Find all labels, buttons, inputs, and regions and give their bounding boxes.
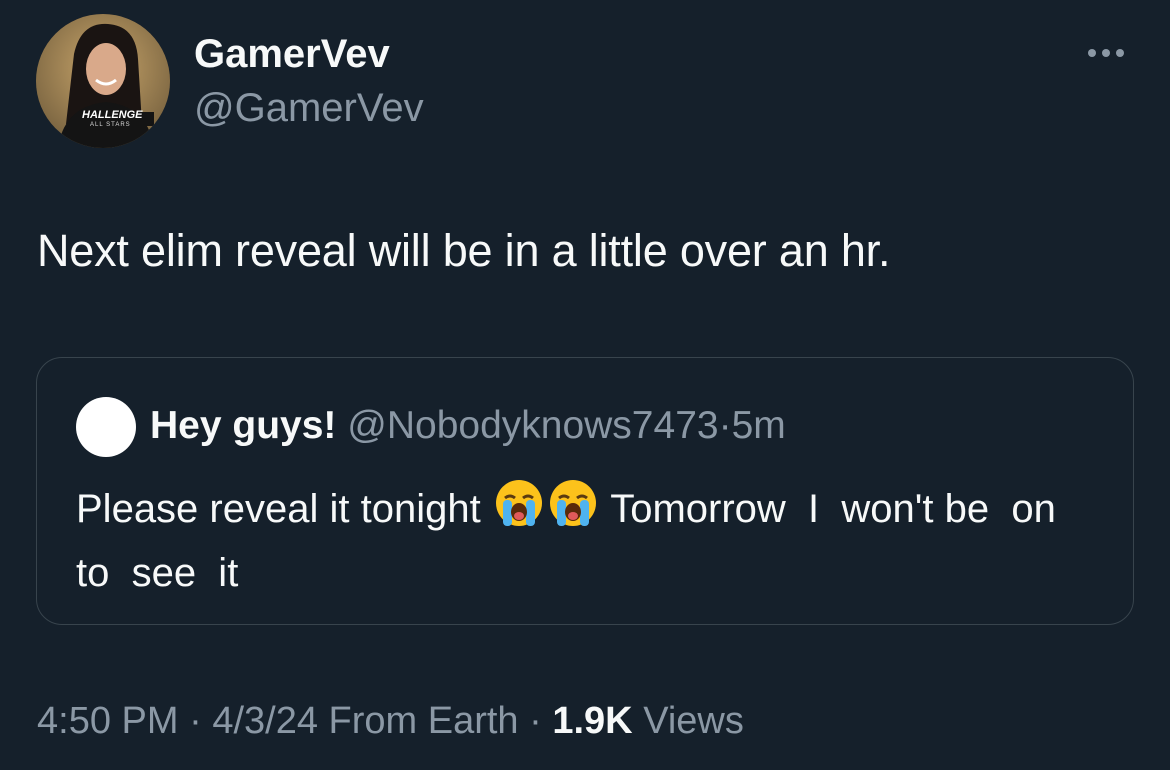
quoted-tweet-text: Please reveal it tonight Tomorrow I won'… [76, 478, 1086, 602]
quoted-timestamp[interactable]: 5m [732, 404, 786, 447]
loudly-crying-face-icon [548, 478, 598, 544]
tweet-text: Next elim reveal will be in a little ove… [37, 225, 891, 276]
more-horizontal-icon-dot [1116, 49, 1124, 57]
avatar-logo-text: HALLENGE [82, 109, 143, 121]
quoted-author-handle[interactable]: @Nobodyknows7473 [347, 404, 718, 447]
loudly-crying-face-icon [494, 478, 544, 544]
meta-separator: · [518, 700, 553, 742]
author-handle[interactable]: @GamerVev [194, 86, 424, 131]
author-display-name[interactable]: GamerVev [194, 32, 390, 77]
quoted-author-avatar[interactable] [76, 397, 136, 457]
avatar-logo-subtext: ALL STARS [90, 122, 131, 128]
tweet-time[interactable]: 4:50 PM [37, 700, 179, 742]
more-horizontal-icon [1088, 49, 1096, 57]
quoted-author-name[interactable]: Hey guys! [150, 404, 336, 447]
quoted-text-part1: Please reveal it tonight [76, 487, 492, 531]
quoted-tweet-header: Hey guys! @Nobodyknows7473·5m [150, 404, 786, 448]
tweet: HALLENGE ALL STARS GamerVev @GamerVev Ne… [0, 0, 1170, 770]
views-count[interactable]: 1.9K [552, 700, 632, 742]
quoted-tweet[interactable]: Hey guys! @Nobodyknows7473·5m Please rev… [36, 357, 1134, 625]
tweet-metadata: 4:50 PM · 4/3/24 From Earth · 1.9K Views [37, 700, 744, 743]
views-label: Views [632, 700, 744, 742]
tweet-source: From Earth [317, 700, 519, 742]
more-horizontal-icon-dot [1102, 49, 1110, 57]
quoted-separator: · [718, 404, 732, 447]
author-avatar[interactable]: HALLENGE ALL STARS [36, 14, 170, 148]
tweet-date[interactable]: 4/3/24 [212, 700, 318, 742]
meta-separator: · [178, 700, 213, 742]
more-options-button[interactable] [1078, 38, 1134, 68]
